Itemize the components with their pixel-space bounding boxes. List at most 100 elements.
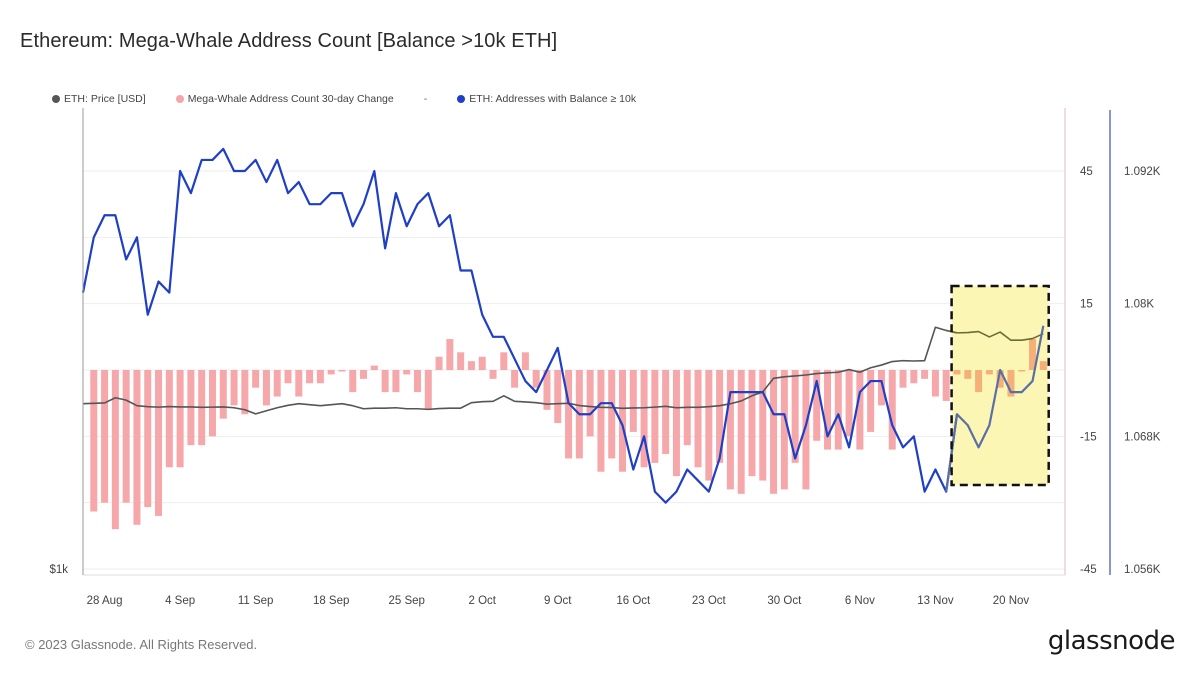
change-bar bbox=[219, 370, 227, 419]
change-bar bbox=[511, 370, 519, 388]
change-bar bbox=[295, 370, 303, 397]
change-bar bbox=[252, 370, 260, 388]
change-bar bbox=[457, 352, 465, 370]
addresses-tick-label: 1.08K bbox=[1124, 299, 1154, 311]
change-bar bbox=[241, 370, 249, 415]
change-bar bbox=[910, 370, 918, 384]
change-bar bbox=[90, 370, 98, 512]
change-bar bbox=[370, 365, 378, 370]
change-bar bbox=[597, 370, 605, 472]
change-bar bbox=[208, 370, 216, 437]
change-bar bbox=[111, 370, 119, 530]
change-bar bbox=[478, 356, 486, 370]
change-bar bbox=[403, 370, 411, 375]
change-bar bbox=[1018, 370, 1026, 372]
change-tick-label: 15 bbox=[1080, 299, 1093, 311]
x-tick-label: 16 Oct bbox=[616, 595, 651, 607]
change-bar bbox=[586, 370, 594, 437]
change-bar bbox=[446, 339, 454, 370]
change-bar bbox=[780, 370, 788, 490]
x-tick-label: 30 Oct bbox=[767, 595, 802, 607]
change-bar bbox=[316, 370, 324, 384]
change-tick-label: -45 bbox=[1080, 564, 1097, 576]
x-tick-label: 13 Nov bbox=[917, 595, 954, 607]
change-bar bbox=[964, 370, 972, 379]
change-bar bbox=[413, 370, 421, 393]
change-bar bbox=[608, 370, 616, 459]
change-bar bbox=[867, 370, 875, 432]
change-bars bbox=[90, 339, 1047, 530]
change-bar bbox=[888, 370, 896, 450]
change-bar bbox=[165, 370, 173, 468]
change-bar bbox=[662, 370, 670, 455]
change-bar bbox=[381, 370, 389, 393]
change-bar bbox=[489, 370, 497, 379]
change-bar bbox=[284, 370, 292, 384]
change-bar bbox=[144, 370, 152, 508]
change-bar bbox=[306, 370, 314, 384]
glassnode-logo: glassnode bbox=[1047, 626, 1176, 656]
change-bar bbox=[953, 370, 961, 375]
change-bar bbox=[931, 370, 939, 397]
change-bar bbox=[500, 352, 508, 370]
change-bar bbox=[273, 370, 281, 397]
grid-lines bbox=[83, 170, 1065, 576]
change-bar bbox=[834, 370, 842, 450]
addresses-tick-label: 1.068K bbox=[1124, 431, 1161, 443]
change-bar bbox=[748, 370, 756, 477]
change-bar bbox=[845, 370, 853, 437]
change-bar bbox=[338, 370, 346, 372]
x-tick-label: 11 Sep bbox=[238, 595, 274, 607]
change-bar bbox=[133, 370, 141, 525]
change-bar bbox=[726, 370, 734, 490]
chart-canvas: $1k 45 15 -15 -45 1.092K 1.08K 1.068K 1.056K 28 A… bbox=[49, 108, 1161, 607]
change-bar bbox=[694, 370, 702, 468]
change-bar bbox=[651, 370, 659, 463]
addresses-tick-label: 1.056K bbox=[1124, 564, 1161, 576]
change-bar bbox=[435, 356, 443, 370]
addresses-tick-label: 1.092K bbox=[1124, 166, 1161, 178]
change-bar bbox=[554, 370, 562, 424]
series-lines bbox=[81, 147, 1045, 504]
x-tick-label: 20 Nov bbox=[993, 595, 1030, 607]
change-bar bbox=[122, 370, 130, 503]
change-bar bbox=[975, 370, 983, 393]
change-bar bbox=[672, 370, 680, 477]
change-bar bbox=[737, 370, 745, 494]
change-bar bbox=[392, 370, 400, 393]
change-bar bbox=[921, 370, 929, 379]
change-bar bbox=[985, 370, 993, 375]
change-bar bbox=[824, 370, 832, 450]
change-bar bbox=[942, 370, 950, 401]
x-tick-label: 9 Oct bbox=[544, 595, 572, 607]
change-bar bbox=[360, 370, 368, 379]
change-tick-label: -15 bbox=[1080, 431, 1097, 443]
change-bar bbox=[424, 370, 432, 410]
x-tick-label: 23 Oct bbox=[692, 595, 727, 607]
change-tick-label: 45 bbox=[1080, 166, 1093, 178]
x-tick-label: 18 Sep bbox=[313, 595, 349, 607]
x-tick-label: 28 Aug bbox=[87, 595, 123, 607]
x-tick-label: 6 Nov bbox=[845, 595, 875, 607]
change-bar bbox=[230, 370, 238, 406]
x-tick-label: 2 Oct bbox=[468, 595, 496, 607]
copyright-footer: © 2023 Glassnode. All Rights Reserved. bbox=[25, 637, 258, 652]
change-bar bbox=[770, 370, 778, 494]
change-bar bbox=[467, 361, 475, 370]
change-bar bbox=[899, 370, 907, 388]
change-bar bbox=[629, 370, 637, 432]
x-tick-label: 4 Sep bbox=[165, 595, 195, 607]
change-bar bbox=[176, 370, 184, 468]
change-bar bbox=[705, 370, 713, 481]
change-bar bbox=[1039, 361, 1047, 370]
change-bar bbox=[349, 370, 357, 393]
x-tick-label: 25 Sep bbox=[388, 595, 424, 607]
change-bar bbox=[101, 370, 109, 503]
left-tick-label: $1k bbox=[49, 564, 68, 576]
change-bar bbox=[327, 370, 335, 375]
change-bar bbox=[759, 370, 767, 481]
change-bar bbox=[521, 352, 529, 370]
change-bar bbox=[155, 370, 163, 516]
change-bar bbox=[565, 370, 573, 459]
change-bar bbox=[262, 370, 270, 406]
